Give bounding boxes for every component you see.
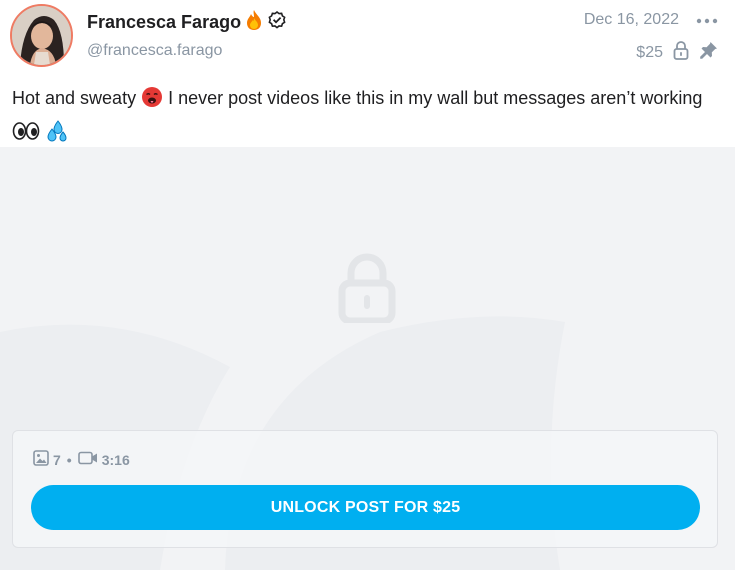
fire-icon: [245, 9, 263, 36]
image-icon: [33, 450, 49, 469]
author-name[interactable]: Francesca Farago: [87, 12, 241, 33]
locked-media[interactable]: 7 • 3:16 UNLOCK POST FOR $25: [0, 147, 735, 570]
hot-face-emoji-icon: [141, 86, 163, 117]
author-name-row: Francesca Farago: [87, 9, 287, 36]
lock-icon: [673, 40, 689, 65]
more-icon[interactable]: [695, 10, 719, 30]
post-text: Hot and sweaty I never post videos like …: [12, 83, 727, 151]
post-text-part1: Hot and sweaty: [12, 88, 137, 108]
media-lock-icon: [338, 251, 396, 328]
media-counts: 7 • 3:16: [33, 450, 130, 469]
unlock-card: 7 • 3:16 UNLOCK POST FOR $25: [12, 430, 718, 548]
post-price: $25: [636, 43, 663, 61]
avatar[interactable]: [10, 4, 73, 67]
post-text-part2: I never post videos like this in my wall…: [168, 88, 703, 108]
video-duration: 3:16: [101, 451, 130, 468]
video-icon: [77, 450, 98, 469]
price-row: $25: [636, 40, 719, 65]
count-separator: •: [66, 451, 72, 468]
post-header: Francesca Farago @francesca.farago Dec 1…: [0, 0, 735, 75]
image-count: 7: [53, 451, 61, 468]
pin-icon[interactable]: [699, 40, 719, 65]
username[interactable]: @francesca.farago: [87, 42, 222, 60]
unlock-post-button[interactable]: UNLOCK POST FOR $25: [31, 485, 700, 530]
verified-icon: [267, 10, 287, 35]
post-date: Dec 16, 2022: [583, 11, 679, 28]
